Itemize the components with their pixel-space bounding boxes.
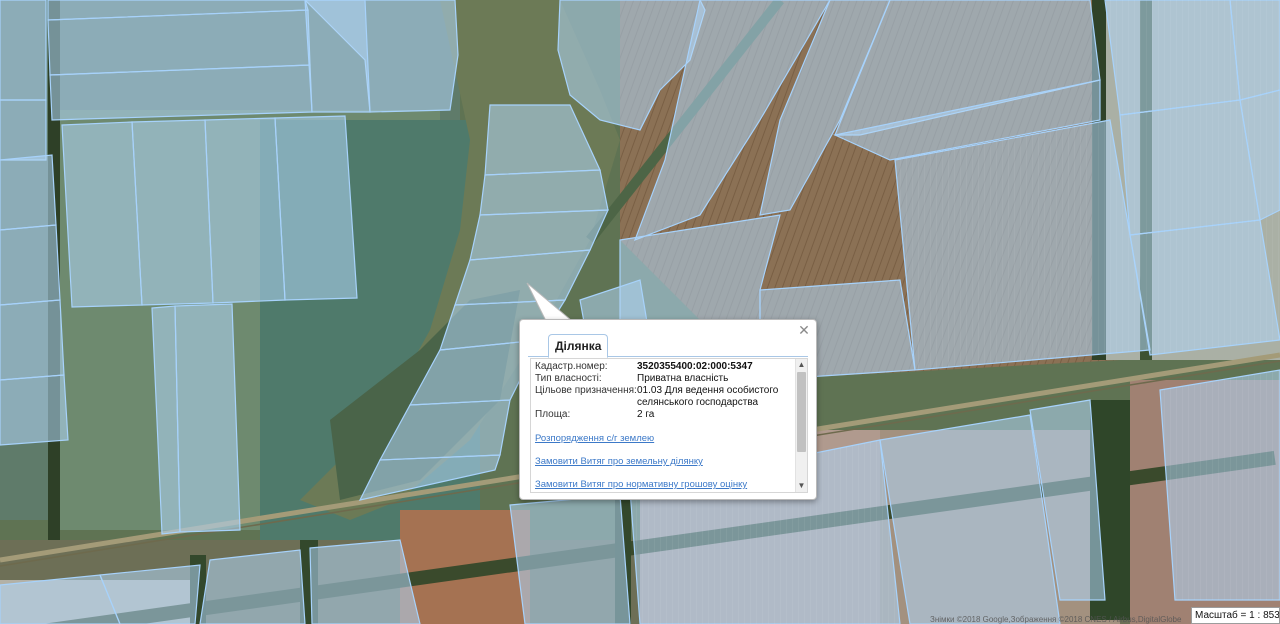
field-label: Тип власності: [535,373,602,384]
order-valuation-extract-link[interactable]: Замовити Витяг про нормативну грошову оц… [535,479,747,490]
popup-tabbar: Ділянка [528,334,808,358]
map-canvas[interactable] [0,0,1280,624]
field-area: Площа: 2 га [535,409,793,421]
field-label: Цільове призначення: [535,385,637,396]
popup-scrollbar[interactable]: ▲ ▼ [795,359,807,492]
field-cadastral-number: Кадастр.номер: 3520355400:02:000:5347 [535,361,793,373]
field-ownership-type: Тип власності: Приватна власність [535,373,793,385]
field-label: Кадастр.номер: [535,361,608,372]
field-value: 2 га [637,409,655,420]
field-purpose: Цільове призначення: 01.03 Для ведення о… [535,385,793,409]
scroll-up-icon[interactable]: ▲ [796,359,807,371]
land-disposal-link[interactable]: Розпорядження с/г землею [535,433,654,444]
field-value: 01.03 Для ведення особистого селянського… [637,385,779,408]
tab-parcel[interactable]: Ділянка [548,334,609,358]
popup-body: Кадастр.номер: 3520355400:02:000:5347 Ти… [530,358,808,493]
field-label: Площа: [535,409,571,420]
scroll-down-icon[interactable]: ▼ [796,480,807,492]
field-value: 3520355400:02:000:5347 [637,361,753,372]
field-value: Приватна власність [637,373,729,384]
scroll-thumb[interactable] [797,372,806,452]
parcel-details: Кадастр.номер: 3520355400:02:000:5347 Ти… [535,361,793,490]
order-parcel-extract-link[interactable]: Замовити Витяг про земельну ділянку [535,456,703,467]
map-attribution: Знімки ©2018 Google,Зображення ©2018 CNE… [930,615,1182,624]
scale-indicator: Масштаб = 1 : 8531 [1191,607,1280,624]
satellite-imagery [0,0,1280,624]
parcel-info-popup: ✕ Ділянка Кадастр.номер: 3520355400:02:0… [519,319,817,500]
